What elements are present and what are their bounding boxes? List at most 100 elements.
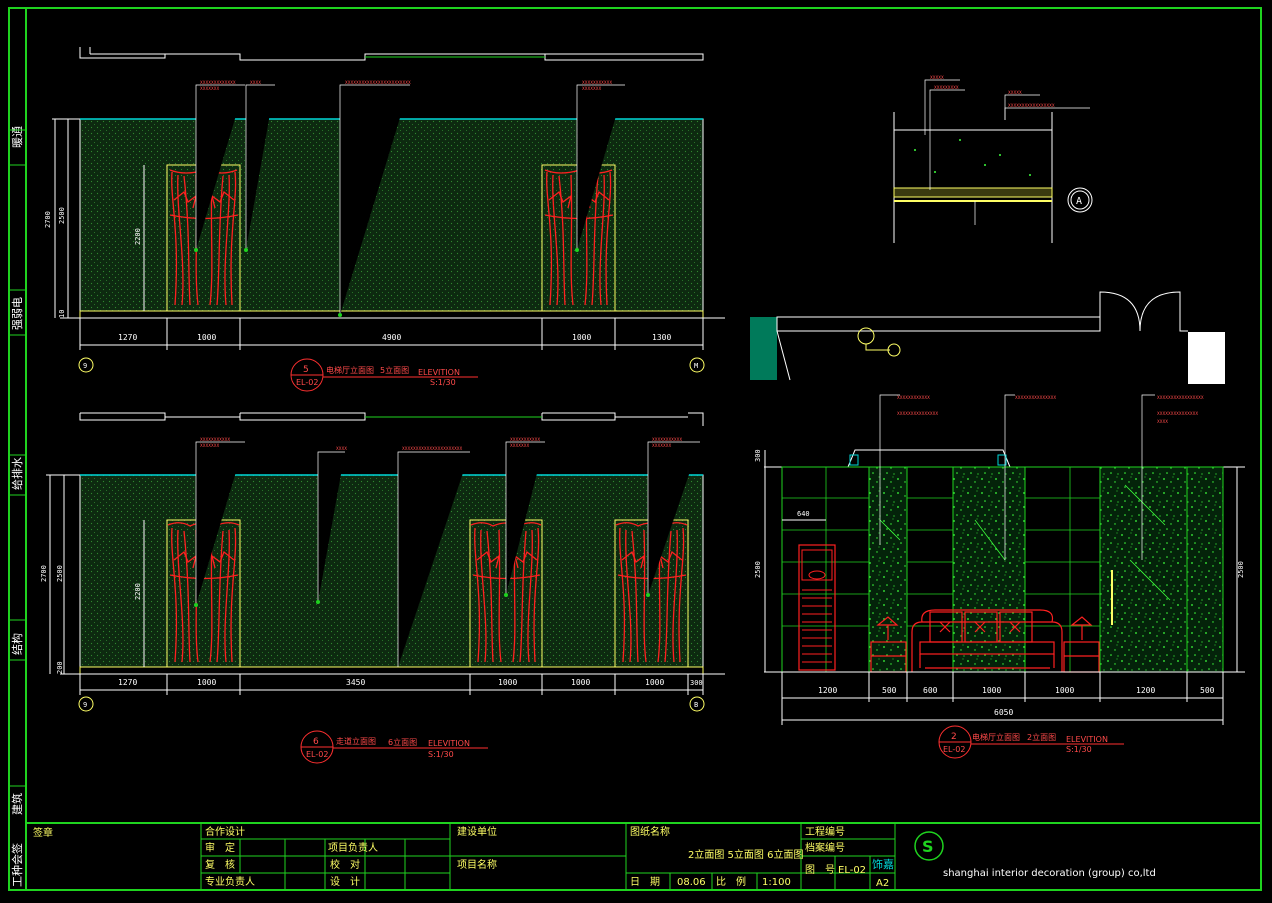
- svg-text:走道立面图: 走道立面图: [336, 736, 376, 746]
- elevation-6: 2700 2500 2200 200 XXXXXXXXXXXXXXXXXX XX…: [40, 412, 725, 764]
- svg-text:2500: 2500: [56, 565, 64, 582]
- svg-text:XXXX: XXXX: [250, 80, 261, 85]
- svg-text:6: 6: [313, 737, 319, 747]
- svg-text:600: 600: [923, 686, 938, 695]
- svg-text:M: M: [694, 362, 698, 370]
- svg-text:S:1/30: S:1/30: [428, 750, 454, 759]
- svg-text:300: 300: [690, 679, 703, 687]
- svg-text:XXXX: XXXX: [1157, 419, 1168, 424]
- svg-text:EL-02: EL-02: [306, 750, 328, 759]
- svg-text:5: 5: [303, 365, 309, 375]
- project-name-label: 项目名称: [457, 858, 497, 871]
- svg-text:XXXXXXX: XXXXXXX: [652, 443, 671, 448]
- svg-text:500: 500: [882, 686, 897, 695]
- svg-text:XXXX: XXXX: [336, 446, 347, 451]
- svg-text:2200: 2200: [134, 583, 142, 600]
- svg-text:200: 200: [56, 661, 64, 674]
- elevation-5-title: 5 EL-02 电梯厅立面图 5立面图 ELEVITION S:1/30: [290, 358, 478, 392]
- svg-text:9: 9: [83, 362, 87, 370]
- svg-text:2500: 2500: [58, 207, 66, 224]
- svg-text:XXXXXXXXXXXXX: XXXXXXXXXXXXX: [200, 80, 236, 85]
- plan-strip: [750, 291, 1225, 384]
- side-label-hvac: 暖通: [11, 126, 24, 148]
- drawing-name-label: 图纸名称: [630, 825, 670, 838]
- svg-text:S:1/30: S:1/30: [1066, 745, 1092, 754]
- date-label: 日 期: [630, 876, 660, 888]
- svg-text:ELEVITION: ELEVITION: [1066, 735, 1108, 744]
- svg-text:2500: 2500: [1237, 561, 1245, 578]
- svg-text:XXXXX: XXXXX: [930, 75, 944, 80]
- svg-text:1000: 1000: [645, 678, 664, 687]
- svg-text:1000: 1000: [572, 333, 591, 342]
- detail-a: XXXXXXXXXXXXXXXXXXXXXXXXXXXXXXXXXXXX A: [893, 75, 1093, 243]
- elevation-2: 1200 500 600 1000 1000 1200 500 6050 300…: [754, 394, 1245, 759]
- svg-text:S:1/30: S:1/30: [430, 378, 456, 387]
- sheet-label: 图 号: [805, 864, 835, 876]
- svg-text:XXXXXXXXXXXXXXXXX: XXXXXXXXXXXXXXXXX: [1008, 103, 1055, 108]
- side-table-right: [1063, 616, 1100, 673]
- svg-text:1270: 1270: [118, 333, 137, 342]
- svg-text:1300: 1300: [652, 333, 671, 342]
- svg-text:XXXXXXX: XXXXXXX: [582, 86, 601, 91]
- svg-text:XXXXXXXXXXXXXXX: XXXXXXXXXXXXXXX: [1157, 411, 1198, 416]
- side-label-plumbing: 给排水: [10, 457, 24, 490]
- svg-text:EL-02: EL-02: [943, 745, 965, 754]
- svg-text:XXXXXXX: XXXXXXX: [510, 443, 529, 448]
- check-label: 校 对: [330, 858, 360, 871]
- svg-text:9: 9: [83, 701, 87, 709]
- coop-design: 合作设计: [205, 825, 245, 838]
- discipline-lead-label: 专业负责人: [205, 875, 255, 888]
- svg-text:1200: 1200: [1136, 686, 1155, 695]
- svg-text:1200: 1200: [818, 686, 837, 695]
- svg-text:XXXXXXXXXXXXXXXXX: XXXXXXXXXXXXXXXXX: [1157, 395, 1204, 400]
- svg-text:ELEVITION: ELEVITION: [418, 368, 460, 377]
- svg-text:XXXXXXXXXXXXXXX: XXXXXXXXXXXXXXX: [897, 411, 938, 416]
- svg-text:XXXXXXXXXXX: XXXXXXXXXXX: [200, 437, 230, 442]
- svg-text:XXXXXXXXXXX: XXXXXXXXXXX: [510, 437, 540, 442]
- elevation-6-title: 6 EL-02 走道立面图 6立面图 ELEVITION S:1/30: [300, 730, 488, 764]
- cad-drawing: 暖通 强弱电 给排水 结构 建筑 工种会签 2700 2500 2200 10 …: [8, 7, 1262, 891]
- scale-label: 比 例: [716, 875, 746, 888]
- svg-text:ELEVITION: ELEVITION: [428, 739, 470, 748]
- svg-text:2700: 2700: [40, 565, 48, 582]
- elevation-2-title: 2 EL-02 电梯厅立面图 2立面图 ELEVITION S:1/30: [938, 725, 1124, 759]
- review-label: 审 定: [205, 841, 235, 854]
- svg-text:1000: 1000: [1055, 686, 1074, 695]
- company-name: shanghai interior decoration (group) co,…: [943, 868, 1156, 879]
- archive-no-label: 档案编号: [805, 841, 845, 854]
- scale-value: 1:100: [762, 877, 791, 888]
- stamp-label: 签章: [33, 826, 53, 839]
- svg-text:XXXXXXXXXXX: XXXXXXXXXXX: [652, 437, 682, 442]
- svg-text:1000: 1000: [571, 678, 590, 687]
- svg-text:3450: 3450: [346, 678, 365, 687]
- sheet-no: EL-02: [838, 865, 866, 876]
- date-value: 08.06: [677, 877, 706, 888]
- svg-text:XXXXXXXXXXXX: XXXXXXXXXXXX: [897, 395, 930, 400]
- ac-unit: [798, 544, 836, 671]
- svg-text:640: 640: [797, 510, 810, 518]
- svg-text:6050: 6050: [994, 708, 1013, 717]
- svg-text:2立面图: 2立面图: [1027, 732, 1056, 742]
- svg-text:XXXXXXXXXXX: XXXXXXXXXXX: [582, 80, 612, 85]
- side-label-structure: 结构: [10, 633, 24, 655]
- svg-text:电梯厅立面图: 电梯厅立面图: [972, 732, 1020, 742]
- svg-text:XXXXXXXXX: XXXXXXXXX: [934, 85, 959, 90]
- svg-text:2500: 2500: [754, 561, 762, 578]
- svg-text:XXXXX: XXXXX: [1008, 90, 1022, 95]
- svg-text:S: S: [922, 837, 934, 856]
- drawing-name: 2立面图 5立面图 6立面图: [688, 848, 803, 861]
- svg-text:500: 500: [1200, 686, 1215, 695]
- svg-text:EL-02: EL-02: [296, 378, 318, 387]
- svg-text:10: 10: [58, 310, 66, 318]
- design-label: 设 计: [330, 875, 360, 888]
- svg-text:XXXXXXXXXXXXXXXXXXXXXXXX: XXXXXXXXXXXXXXXXXXXXXXXX: [345, 80, 411, 85]
- side-label-signoff: 工种会签: [10, 843, 24, 887]
- svg-text:B: B: [694, 701, 698, 709]
- svg-text:1000: 1000: [982, 686, 1001, 695]
- client-label: 建设单位: [457, 825, 497, 838]
- title-block: 签章 合作设计 审 定 复 核 专业负责人 项目负责人 校 对 设 计 建设单位…: [26, 822, 1261, 890]
- svg-text:300: 300: [754, 449, 762, 462]
- svg-text:1000: 1000: [498, 678, 517, 687]
- elevation-5: 2700 2500 2200 10 XXXXXXXXXXXXXXXXXXXX X…: [44, 47, 725, 392]
- svg-text:XXXXXXXXXXXXXXXXXXXXXX: XXXXXXXXXXXXXXXXXXXXXX: [402, 446, 463, 451]
